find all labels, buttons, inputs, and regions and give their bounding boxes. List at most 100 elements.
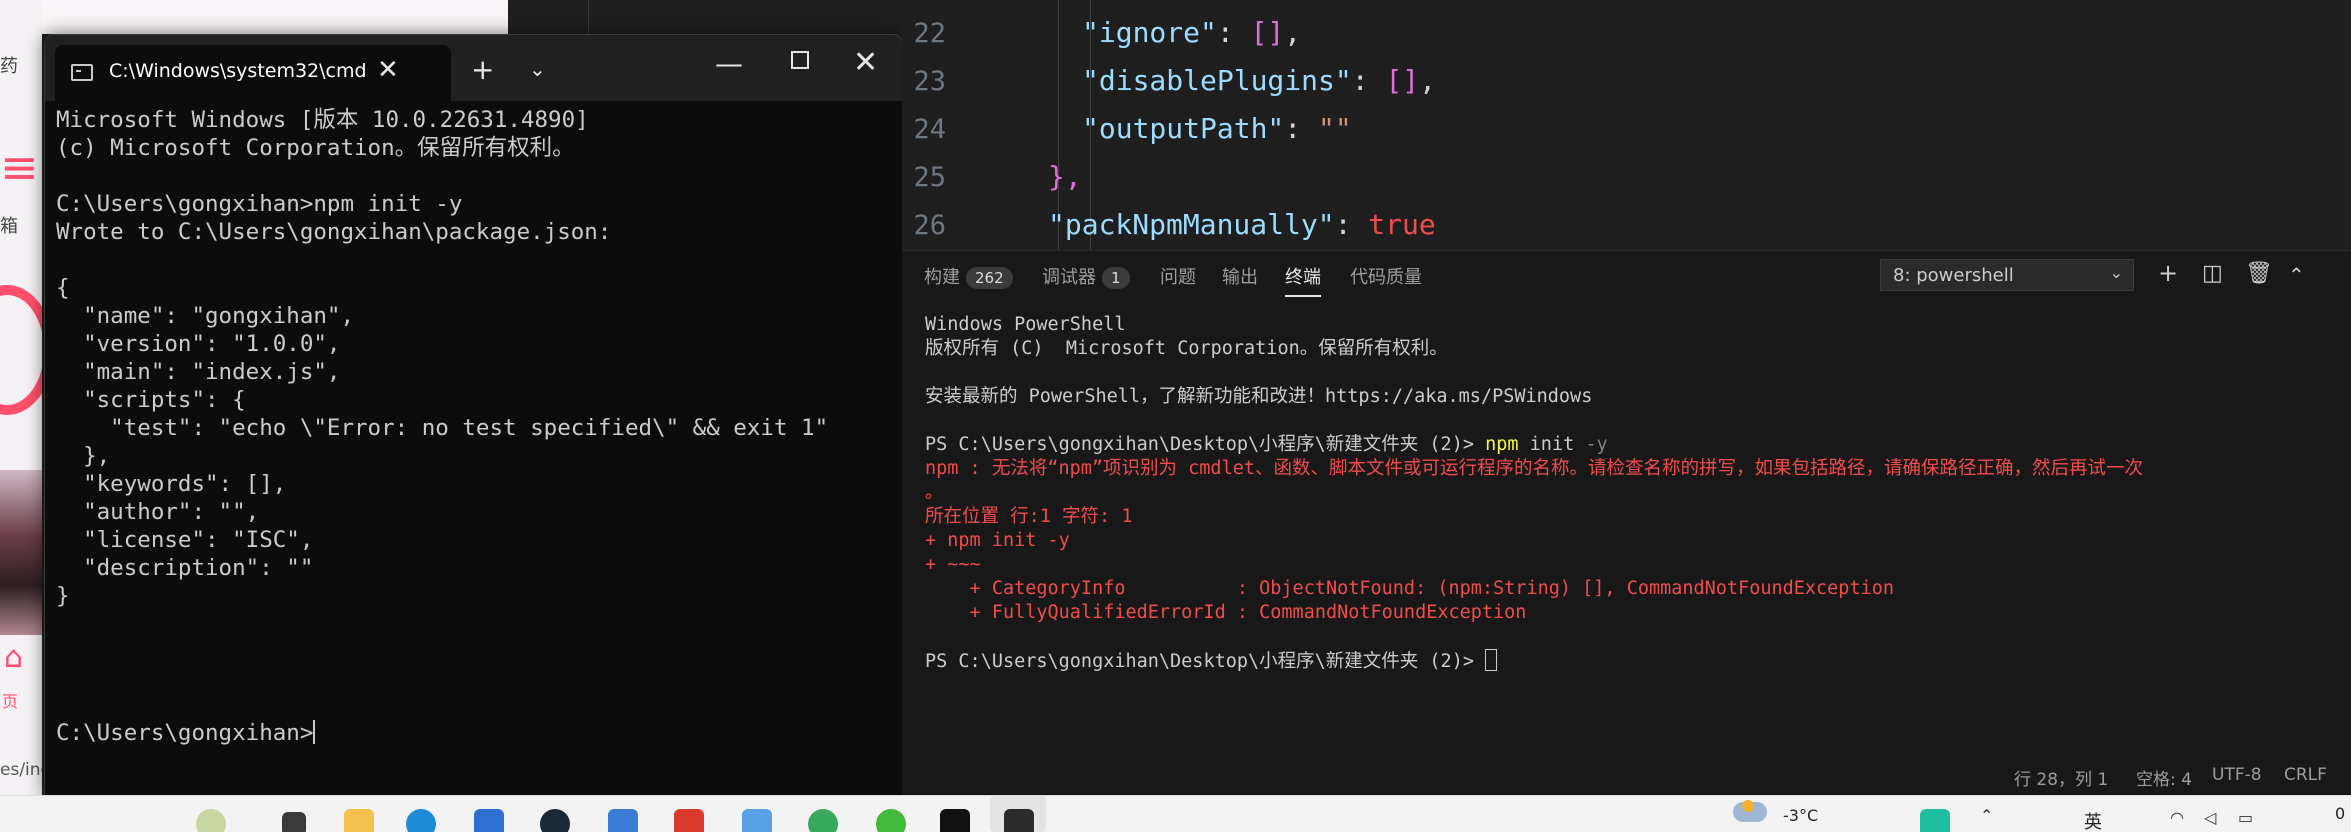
chevron-down-icon[interactable]: ⌄ xyxy=(529,57,546,81)
bottom-panel: 构建 262 调试器 1 问题 输出 终端 代码质量 8: powershell ⌄… xyxy=(902,250,2351,796)
wps-icon[interactable] xyxy=(674,809,704,832)
store-icon[interactable] xyxy=(474,809,504,832)
terminal-line: Windows PowerShell xyxy=(925,314,1126,335)
input-method-indicator[interactable]: 英 xyxy=(2084,808,2102,832)
background-image xyxy=(0,470,42,635)
terminal-icon[interactable] xyxy=(1004,809,1034,832)
json-comma: , xyxy=(1284,16,1302,49)
json-separator: : xyxy=(1334,208,1369,241)
chevron-up-icon[interactable]: ⌃ xyxy=(1980,806,1993,825)
edge-icon[interactable] xyxy=(406,809,436,832)
app-icon[interactable] xyxy=(742,809,772,832)
terminal-icon xyxy=(71,64,93,81)
encoding-setting[interactable]: UTF-8 xyxy=(2212,765,2262,785)
tab-build[interactable]: 构建 262 xyxy=(924,263,1013,289)
json-brace: }, xyxy=(1048,160,1082,193)
tab-debugger[interactable]: 调试器 1 xyxy=(1042,263,1130,289)
terminal-prompt-line: PS C:\Users\gongxihan\Desktop\小程序\新建文件夹 … xyxy=(925,649,2143,673)
terminal-cursor xyxy=(1485,649,1498,671)
cmd-line: "description": "" xyxy=(56,555,314,581)
json-separator: : xyxy=(1216,16,1251,49)
widgets-icon[interactable] xyxy=(196,809,226,832)
background-red-icon: ≡ xyxy=(0,140,39,194)
chevron-up-icon[interactable]: ⌃ xyxy=(2288,263,2305,287)
new-tab-button[interactable]: + xyxy=(471,53,494,86)
app-icon[interactable] xyxy=(876,809,906,832)
terminal-select[interactable]: 8: powershell ⌄ xyxy=(1880,259,2134,291)
minimize-button[interactable]: — xyxy=(715,47,743,80)
text-cursor xyxy=(313,720,316,744)
cmd-tab[interactable]: C:\Windows\system32\cmd.e: ✕ xyxy=(55,45,451,101)
add-terminal-icon[interactable]: + xyxy=(2158,259,2178,287)
wifi-icon[interactable]: ◠ xyxy=(2170,808,2184,827)
terminal-error-line: + ~~~ xyxy=(925,554,981,575)
editor-line[interactable]: 25 }, xyxy=(902,154,2351,202)
json-key: "ignore" xyxy=(1082,16,1217,49)
eol-setting[interactable]: CRLF xyxy=(2284,765,2327,785)
terminal-command-args: init xyxy=(1518,434,1586,455)
editor-line[interactable]: 22 "ignore": [], xyxy=(902,10,2351,58)
tab-terminal[interactable]: 终端 xyxy=(1285,263,1321,297)
maximize-button[interactable] xyxy=(791,51,809,69)
background-label: 页 xyxy=(2,692,19,711)
terminal-command: npm xyxy=(1485,434,1519,455)
cmd-line: "test": "echo \"Error: no test specified… xyxy=(56,415,829,441)
terminal-error-line: + npm init -y xyxy=(925,530,1070,551)
ide-icon[interactable] xyxy=(940,809,970,832)
clock[interactable]: 0 xyxy=(2335,804,2345,823)
app-icon[interactable] xyxy=(608,809,638,832)
status-bar: 行 28，列 1 空格: 4 UTF-8 CRLF xyxy=(902,757,2351,795)
cmd-line: Wrote to C:\Users\gongxihan\package.json… xyxy=(56,219,612,245)
cmd-window[interactable]: C:\Windows\system32\cmd.e: ✕ + ⌄ — ✕ Mic… xyxy=(44,34,903,797)
terminal-command-flag: -y xyxy=(1585,434,1608,455)
close-window-button[interactable]: ✕ xyxy=(853,45,878,80)
close-tab-icon[interactable]: ✕ xyxy=(377,55,399,85)
terminal-prompt: PS C:\Users\gongxihan\Desktop\小程序\新建文件夹 … xyxy=(925,651,1486,672)
editor-line[interactable]: 23 "disablePlugins": [], xyxy=(902,58,2351,106)
line-number: 22 xyxy=(913,18,946,49)
steam-icon[interactable] xyxy=(540,809,570,832)
trash-icon[interactable]: 🗑 xyxy=(2245,261,2273,286)
cmd-line: "author": "", xyxy=(56,499,260,525)
background-label: 箱 xyxy=(0,216,18,237)
line-number: 25 xyxy=(913,162,946,193)
cursor-position[interactable]: 行 28，列 1 xyxy=(2014,765,2108,790)
file-explorer-icon[interactable] xyxy=(344,809,374,832)
cmd-line: C:\Users\gongxihan>npm init -y xyxy=(56,191,463,217)
json-comma: , xyxy=(1419,64,1437,97)
background-divider xyxy=(588,0,589,34)
editor-line[interactable]: 26 "packNpmManually": true xyxy=(902,202,2351,250)
terminal-output[interactable]: Windows PowerShell 版权所有 (C) Microsoft Co… xyxy=(925,313,2143,673)
task-view-icon[interactable] xyxy=(282,812,306,832)
split-terminal-icon[interactable]: ◫ xyxy=(2202,261,2223,286)
cmd-line: "keywords": [], xyxy=(56,471,287,497)
terminal-error-line: npm : 无法将“npm”项识别为 cmdlet、函数、脚本文件或可运行程序的… xyxy=(925,458,2143,479)
editor-line[interactable]: 24 "outputPath": "" xyxy=(902,106,2351,154)
tab-output[interactable]: 输出 xyxy=(1222,263,1258,289)
cmd-line: "name": "gongxihan", xyxy=(56,303,355,329)
indentation-setting[interactable]: 空格: 4 xyxy=(2136,765,2192,790)
cmd-output[interactable]: Microsoft Windows [版本 10.0.22631.4890] (… xyxy=(56,106,902,796)
sun-icon xyxy=(1742,800,1754,812)
cmd-prompt-line[interactable]: C:\Users\gongxihan> xyxy=(56,719,316,747)
cmd-titlebar[interactable]: C:\Windows\system32\cmd.e: ✕ + ⌄ — ✕ xyxy=(45,35,902,101)
terminal-error-line: 。 xyxy=(925,482,944,503)
battery-icon[interactable]: ▭ xyxy=(2238,808,2253,827)
tray-app-icon[interactable] xyxy=(1920,809,1950,832)
terminal-error-line: + CategoryInfo : ObjectNotFound: (npm:St… xyxy=(925,578,1895,599)
cmd-line: "version": "1.0.0", xyxy=(56,331,341,357)
volume-icon[interactable]: ◁ xyxy=(2204,808,2216,827)
home-icon: ⌂ xyxy=(4,640,24,675)
json-key: "outputPath" xyxy=(1082,112,1285,145)
line-number: 26 xyxy=(913,210,946,241)
background-logo-icon xyxy=(0,285,42,415)
temperature[interactable]: -3°C xyxy=(1783,806,1818,825)
tab-code-quality[interactable]: 代码质量 xyxy=(1350,263,1422,289)
cmd-line: "license": "ISC", xyxy=(56,527,314,553)
code-editor[interactable]: 22 "ignore": [], 23 "disablePlugins": []… xyxy=(902,0,2351,250)
devtools-icon[interactable] xyxy=(808,809,838,832)
taskbar: -3°C ⌃ 英 ◠ ◁ ▭ 0 xyxy=(0,795,2351,832)
tab-problems[interactable]: 问题 xyxy=(1160,263,1196,289)
chevron-down-icon: ⌄ xyxy=(2109,263,2123,282)
